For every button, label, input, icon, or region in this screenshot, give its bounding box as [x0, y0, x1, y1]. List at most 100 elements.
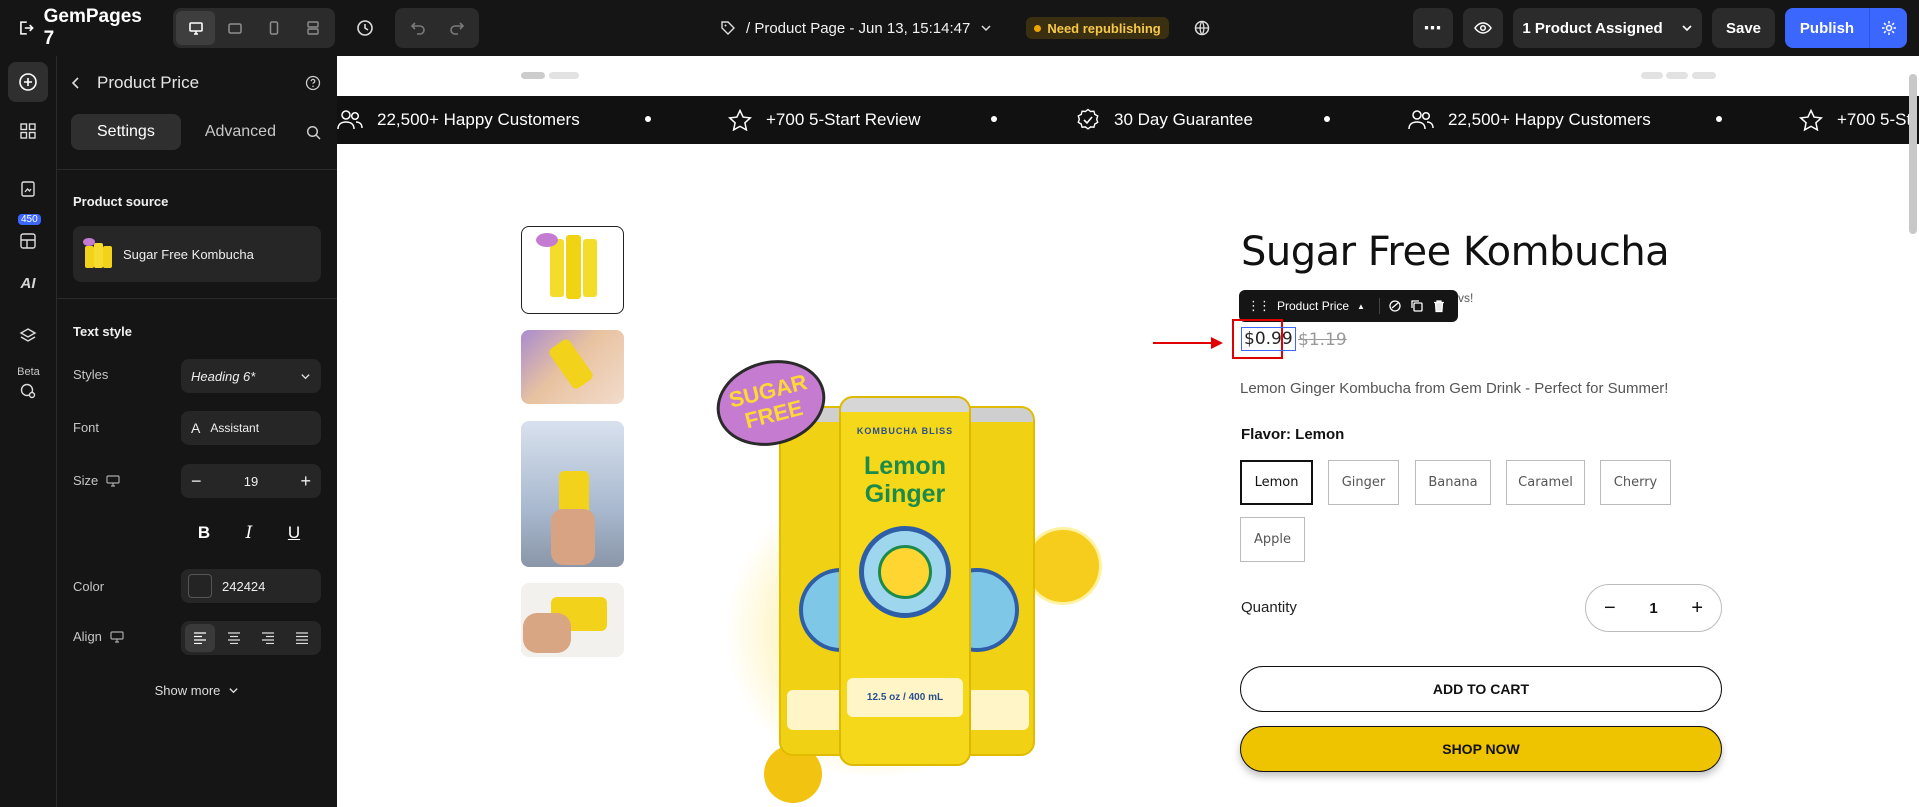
add-element-button[interactable] — [8, 62, 48, 102]
caret-up-icon[interactable]: ▲ — [1357, 302, 1365, 311]
tab-advanced[interactable]: Advanced — [181, 114, 300, 150]
language-icon[interactable] — [1193, 19, 1211, 37]
add-to-cart-button[interactable]: ADD TO CART — [1240, 666, 1722, 712]
toolbar-element-label[interactable]: Product Price — [1277, 299, 1349, 313]
sections-button[interactable] — [13, 116, 43, 146]
pages-button[interactable] — [13, 174, 43, 204]
font-select[interactable]: A Assistant — [181, 411, 321, 445]
product-main-image[interactable]: KOMBUCHA BLISS Lemon Ginger 12.5 oz / 40… — [707, 348, 1107, 806]
size-value[interactable]: 19 — [244, 474, 258, 489]
compare-price: $1.19 — [1298, 330, 1347, 350]
size-decrement-button[interactable]: − — [191, 471, 202, 492]
product-title[interactable]: Sugar Free Kombucha — [1241, 229, 1670, 275]
bullet — [991, 116, 997, 122]
mobile-device-button[interactable] — [254, 11, 293, 45]
align-label-row: Align — [73, 629, 124, 644]
shop-now-button[interactable]: SHOP NOW — [1240, 726, 1722, 772]
page-title[interactable]: / Product Page - Jun 13, 15:14:47 — [746, 20, 970, 37]
layout-icon — [306, 21, 319, 35]
flavor-option-lemon[interactable]: Lemon — [1240, 460, 1313, 505]
page-icon — [21, 181, 35, 197]
trust-item: +700 5-St — [1799, 96, 1911, 144]
product-source-picker[interactable]: Sugar Free Kombucha — [73, 226, 321, 282]
flavor-option-cherry[interactable]: Cherry — [1600, 460, 1671, 505]
size-increment-button[interactable]: + — [300, 471, 311, 492]
product-thumbnail-4[interactable] — [521, 583, 624, 657]
bullet — [1324, 116, 1330, 122]
layout-device-button[interactable] — [293, 11, 332, 45]
trust-text: 22,500+ Happy Customers — [377, 110, 580, 129]
delete-icon[interactable] — [1432, 299, 1446, 313]
italic-button[interactable]: I — [234, 518, 264, 548]
top-bar: GemPages 7 / Product Page - Jun 13, 15:1… — [0, 0, 1919, 56]
trust-text: +700 5-St — [1837, 110, 1912, 129]
bold-button[interactable]: B — [189, 518, 219, 548]
undo-icon — [410, 22, 425, 35]
align-left-icon — [194, 632, 206, 644]
align-group — [181, 621, 321, 655]
product-thumbnail-3[interactable] — [521, 421, 624, 567]
quantity-increment-button[interactable]: + — [1691, 597, 1703, 620]
ai-button[interactable]: AI — [13, 268, 43, 298]
help-icon[interactable] — [305, 75, 321, 91]
layers-button[interactable] — [13, 321, 43, 351]
desktop-device-button[interactable] — [176, 11, 215, 45]
font-value: Assistant — [210, 421, 260, 435]
style-icon[interactable] — [1388, 299, 1402, 313]
canvas-scrollbar[interactable] — [1909, 74, 1917, 234]
product-source-name: Sugar Free Kombucha — [123, 246, 254, 262]
chevron-down-icon[interactable] — [980, 22, 992, 34]
drag-handle-icon[interactable]: ⋮⋮ — [1247, 298, 1271, 314]
back-chevron-icon[interactable] — [69, 76, 83, 90]
align-left-button[interactable] — [185, 624, 215, 652]
duplicate-icon[interactable] — [1410, 299, 1424, 313]
exit-logo[interactable]: GemPages 7 — [18, 6, 155, 50]
styles-select[interactable]: Heading 6* — [181, 359, 321, 393]
canvas-top-handle — [1692, 72, 1716, 79]
left-rail: 450 AI Beta — [0, 56, 57, 807]
align-center-button[interactable] — [219, 624, 249, 652]
tab-settings[interactable]: Settings — [71, 114, 181, 150]
show-more-button[interactable]: Show more — [57, 683, 337, 698]
search-icon[interactable] — [306, 125, 321, 140]
redo-button[interactable] — [437, 11, 476, 45]
assigned-products-button[interactable]: 1 Product Assigned — [1513, 8, 1702, 48]
can-volume: 12.5 oz / 400 mL — [847, 678, 963, 717]
font-label: Font — [73, 420, 100, 435]
flavor-option-apple[interactable]: Apple — [1240, 517, 1305, 562]
grid-icon — [20, 123, 36, 139]
element-toolbar: ⋮⋮ Product Price ▲ — [1239, 290, 1458, 322]
underline-button[interactable]: U — [279, 518, 309, 548]
publish-settings-button[interactable] — [1869, 8, 1907, 48]
color-picker[interactable]: 242424 — [181, 569, 321, 603]
product-thumbnail-1[interactable] — [521, 226, 624, 314]
redo-icon — [449, 22, 464, 35]
status-badge-label: Need republishing — [1047, 20, 1161, 36]
save-button[interactable]: Save — [1712, 8, 1775, 48]
size-label-row: Size — [73, 473, 120, 488]
quantity-decrement-button[interactable]: − — [1604, 597, 1616, 620]
flavor-option-ginger[interactable]: Ginger — [1328, 460, 1399, 505]
panel-header: Product Price — [57, 56, 337, 110]
flavor-option-banana[interactable]: Banana — [1415, 460, 1491, 505]
product-thumbnail — [83, 238, 113, 270]
undo-button[interactable] — [398, 11, 437, 45]
tablet-landscape-button[interactable] — [215, 11, 254, 45]
align-right-button[interactable] — [253, 624, 283, 652]
divider — [57, 298, 337, 299]
beta-tool-button[interactable] — [13, 376, 43, 406]
align-justify-button[interactable] — [287, 624, 317, 652]
product-thumbnail-2[interactable] — [521, 330, 624, 404]
product-price[interactable]: $0.99 — [1241, 327, 1296, 351]
size-stepper: − 19 + — [181, 464, 321, 498]
flavor-option-caramel[interactable]: Caramel — [1506, 460, 1585, 505]
history-button[interactable] — [345, 8, 385, 48]
quantity-value[interactable]: 1 — [1649, 600, 1657, 617]
size-label: Size — [73, 473, 99, 488]
color-swatch — [188, 574, 212, 598]
preview-button[interactable] — [1463, 8, 1503, 48]
library-button[interactable] — [13, 226, 43, 256]
panel-title: Product Price — [97, 73, 200, 92]
publish-button[interactable]: Publish — [1785, 8, 1869, 48]
more-button[interactable]: ⋯ — [1413, 8, 1453, 48]
